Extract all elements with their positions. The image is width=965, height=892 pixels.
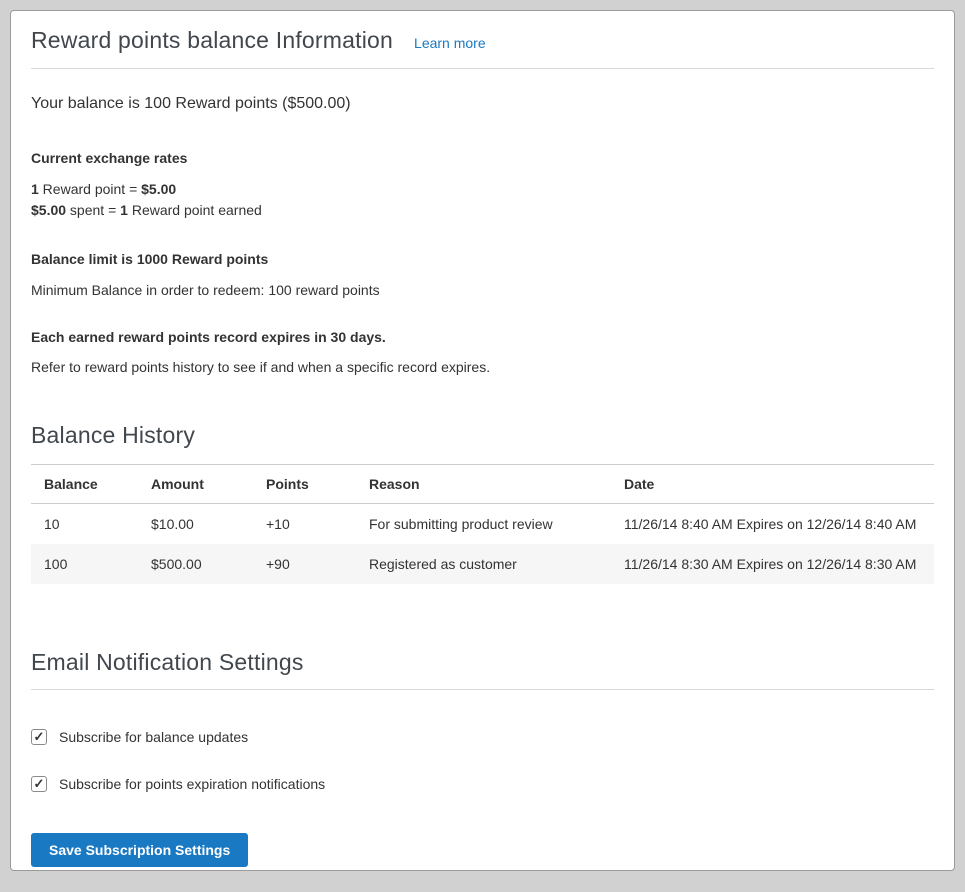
cell-amount: $500.00 (138, 544, 253, 584)
cell-reason: For submitting product review (356, 504, 611, 545)
page-title: Reward points balance Information (31, 27, 393, 54)
checkbox-label: Subscribe for balance updates (59, 729, 248, 745)
balance-history-table: Balance Amount Points Reason Date 10 $10… (31, 464, 934, 584)
rate-line-2: $5.00 spent = 1 Reward point earned (31, 200, 934, 221)
column-header-date: Date (611, 465, 934, 504)
cell-date: 11/26/14 8:40 AM Expires on 12/26/14 8:4… (611, 504, 934, 545)
learn-more-link[interactable]: Learn more (414, 35, 486, 51)
minimum-balance-text: Minimum Balance in order to redeem: 100 … (31, 282, 934, 298)
cell-balance: 10 (31, 504, 138, 545)
expiry-note-text: Refer to reward points history to see if… (31, 359, 934, 375)
email-section-divider (31, 689, 934, 690)
table-row: 100 $500.00 +90 Registered as customer 1… (31, 544, 934, 584)
cell-points: +10 (253, 504, 356, 545)
expiry-rule-text: Each earned reward points record expires… (31, 329, 934, 345)
rate-line-1: 1 Reward point = $5.00 (31, 179, 934, 200)
balance-history-heading: Balance History (31, 422, 934, 449)
cell-balance: 100 (31, 544, 138, 584)
cell-points: +90 (253, 544, 356, 584)
checkbox-label: Subscribe for points expiration notifica… (59, 776, 325, 792)
subscribe-expiration-notifications-row[interactable]: Subscribe for points expiration notifica… (31, 776, 934, 792)
balance-summary: Your balance is 100 Reward points ($500.… (31, 95, 934, 113)
cell-date: 11/26/14 8:30 AM Expires on 12/26/14 8:3… (611, 544, 934, 584)
subscribe-balance-updates-row[interactable]: Subscribe for balance updates (31, 729, 934, 745)
expiration-notifications-checkbox[interactable] (31, 776, 47, 792)
save-subscription-button[interactable]: Save Subscription Settings (31, 833, 248, 867)
reward-info-card: Reward points balance Information Learn … (10, 10, 955, 871)
page-header: Reward points balance Information Learn … (31, 27, 934, 54)
table-header-row: Balance Amount Points Reason Date (31, 465, 934, 504)
balance-updates-checkbox[interactable] (31, 729, 47, 745)
column-header-balance: Balance (31, 465, 138, 504)
cell-amount: $10.00 (138, 504, 253, 545)
balance-limit-text: Balance limit is 1000 Reward points (31, 251, 934, 267)
cell-reason: Registered as customer (356, 544, 611, 584)
column-header-amount: Amount (138, 465, 253, 504)
exchange-rate-lines: 1 Reward point = $5.00 $5.00 spent = 1 R… (31, 179, 934, 221)
column-header-reason: Reason (356, 465, 611, 504)
column-header-points: Points (253, 465, 356, 504)
exchange-rates-heading: Current exchange rates (31, 150, 934, 166)
email-notification-heading: Email Notification Settings (31, 649, 934, 676)
header-divider (31, 68, 934, 69)
table-row: 10 $10.00 +10 For submitting product rev… (31, 504, 934, 545)
